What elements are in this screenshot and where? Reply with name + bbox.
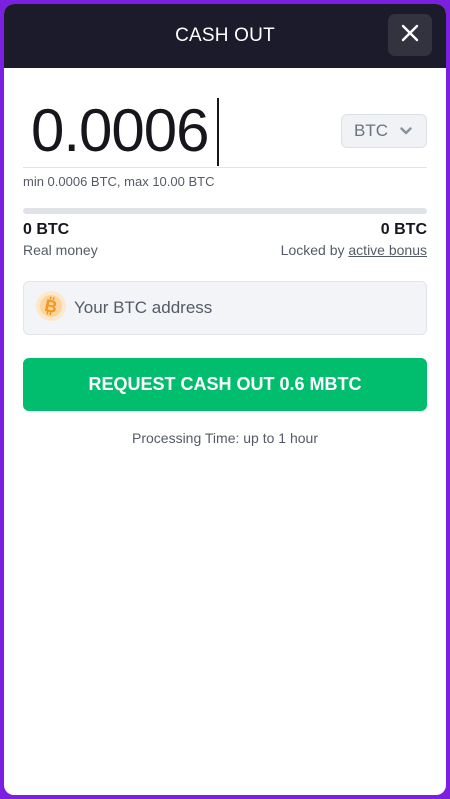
locked-label: Locked by active bonus	[281, 242, 427, 258]
close-icon	[401, 24, 419, 47]
balance-bar	[23, 208, 427, 214]
currency-select[interactable]: BTC	[341, 114, 427, 148]
amount-row: BTC	[23, 94, 427, 170]
real-money-balance: 0 BTC Real money	[23, 221, 98, 258]
processing-time: Processing Time: up to 1 hour	[132, 430, 318, 446]
chevron-down-icon	[400, 127, 412, 135]
modal-title: CASH OUT	[175, 25, 275, 46]
text-caret	[217, 98, 219, 166]
btc-address-field[interactable]: B	[23, 281, 427, 335]
amount-underline	[23, 167, 427, 168]
active-bonus-link[interactable]: active bonus	[348, 242, 427, 258]
locked-value: 0 BTC	[380, 221, 427, 238]
request-cashout-button[interactable]: REQUEST CASH OUT 0.6 MBTC	[23, 358, 427, 411]
btc-address-input[interactable]	[74, 298, 404, 318]
locked-balance: 0 BTC Locked by active bonus	[281, 221, 427, 258]
close-button[interactable]	[388, 14, 432, 56]
modal-header: CASH OUT	[4, 4, 446, 68]
locked-label-prefix: Locked by	[280, 242, 345, 258]
real-money-label: Real money	[23, 242, 98, 258]
real-money-value: 0 BTC	[23, 221, 70, 238]
cashout-modal: CASH OUT BTC min 0.0006 BTC, max 10.00 B…	[4, 4, 446, 795]
amount-limits: min 0.0006 BTC, max 10.00 BTC	[23, 174, 215, 189]
currency-label: BTC	[354, 121, 388, 140]
bitcoin-icon: B	[36, 290, 66, 326]
